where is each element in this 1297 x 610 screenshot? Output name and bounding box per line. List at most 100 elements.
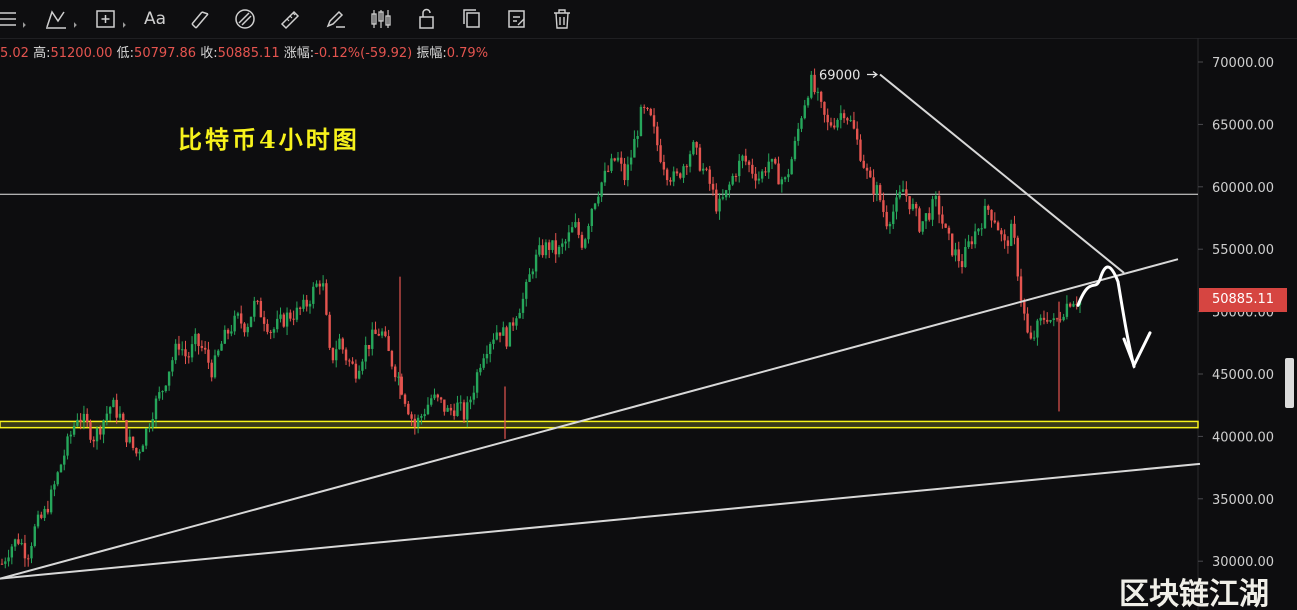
candle-body xyxy=(387,336,390,351)
candle-body xyxy=(937,195,941,215)
trash-icon[interactable] xyxy=(551,7,573,31)
pen-icon[interactable] xyxy=(324,7,348,31)
candle-body xyxy=(79,419,82,422)
candlestick-series xyxy=(0,68,1082,569)
candle-body xyxy=(95,428,99,442)
fib-channel-icon[interactable] xyxy=(233,7,257,31)
candle-body xyxy=(46,508,50,513)
candle-body xyxy=(220,343,223,351)
ruler-icon[interactable] xyxy=(279,7,303,31)
candle-body xyxy=(430,398,433,405)
candle-body xyxy=(318,283,322,287)
candle-body xyxy=(977,228,980,232)
candle-body xyxy=(495,332,498,340)
candle-body xyxy=(33,526,36,546)
candle-body xyxy=(996,222,1000,231)
candle-body xyxy=(1062,316,1065,321)
candle-body xyxy=(508,322,512,347)
candle-body xyxy=(348,360,351,362)
candle-body xyxy=(882,200,885,212)
edit-note-icon[interactable] xyxy=(506,7,528,31)
text-tool[interactable]: Aa xyxy=(144,7,166,31)
candle-body xyxy=(662,161,666,170)
candle-body xyxy=(243,323,246,333)
candle-body xyxy=(203,347,207,350)
candles-icon[interactable] xyxy=(369,7,393,31)
candle-body xyxy=(459,402,462,404)
menu-expand-icon[interactable] xyxy=(20,22,26,28)
long-term-trendline xyxy=(0,462,1201,580)
candle-body xyxy=(685,166,689,168)
candle-body xyxy=(1013,223,1016,238)
candle-body xyxy=(0,563,4,565)
candle-body xyxy=(112,399,115,408)
fib-icon[interactable] xyxy=(189,7,213,31)
candle-body xyxy=(613,158,616,161)
crosshair-expand-icon[interactable] xyxy=(120,22,126,28)
candle-body xyxy=(7,557,10,562)
candle-body xyxy=(452,410,456,416)
candle-body xyxy=(230,331,233,334)
lock-icon[interactable] xyxy=(417,7,437,31)
candle-body xyxy=(538,245,541,255)
candle-body xyxy=(629,157,633,165)
price-scale-handle[interactable] xyxy=(1285,358,1294,408)
candle-body xyxy=(852,120,856,129)
candle-body xyxy=(669,180,672,182)
candle-body xyxy=(819,91,823,102)
candle-body xyxy=(423,414,426,417)
candle-body xyxy=(770,158,774,162)
candle-body xyxy=(357,370,361,379)
candle-body xyxy=(167,371,171,386)
last-price-badge: 50885.11 xyxy=(1199,288,1287,312)
rising-trendline xyxy=(0,258,1179,580)
candle-body xyxy=(836,119,839,128)
copy-icon[interactable] xyxy=(461,7,483,31)
descending-trendline xyxy=(879,73,1125,274)
candle-body xyxy=(973,231,977,245)
candle-body xyxy=(266,323,269,332)
candle-body xyxy=(525,281,528,299)
candle-body xyxy=(806,97,810,106)
candle-body xyxy=(816,91,820,93)
candle-body xyxy=(446,407,449,412)
candle-body xyxy=(1046,319,1049,322)
candle-body xyxy=(901,189,905,192)
path-expand-icon[interactable] xyxy=(71,22,77,28)
candle-body xyxy=(692,142,695,155)
candle-body xyxy=(1000,230,1003,235)
drawing-toolbar: Aa xyxy=(0,0,1297,39)
candle-body xyxy=(213,355,217,378)
candle-body xyxy=(718,198,721,212)
candle-body xyxy=(259,301,263,318)
candle-body xyxy=(426,404,430,415)
candle-body xyxy=(361,361,364,371)
candle-body xyxy=(407,403,410,415)
candle-body xyxy=(498,332,502,336)
candle-body xyxy=(826,114,829,123)
candle-body xyxy=(20,543,23,545)
chart-title: 比特币4小时图 xyxy=(178,125,360,154)
projection-arrow-path xyxy=(1076,265,1136,369)
path-icon[interactable] xyxy=(45,7,67,31)
menu-icon[interactable] xyxy=(0,7,18,31)
candle-body xyxy=(302,299,305,309)
candle-body xyxy=(190,344,194,358)
candle-body xyxy=(1029,332,1033,339)
candle-body xyxy=(688,154,692,167)
candle-body xyxy=(780,179,784,185)
candle-body xyxy=(282,314,285,327)
candle-body xyxy=(239,313,243,324)
candle-body xyxy=(964,246,967,268)
crosshair-add-icon[interactable] xyxy=(95,7,117,31)
candle-body xyxy=(649,108,652,116)
candle-body xyxy=(803,105,806,119)
candle-body xyxy=(217,350,220,356)
candle-body xyxy=(262,317,266,324)
candle-body xyxy=(580,234,584,248)
candle-body xyxy=(800,118,803,129)
candle-body xyxy=(489,343,492,355)
candle-body xyxy=(413,418,417,427)
price-axis[interactable]: 70000.0065000.0060000.0055000.0050000.00… xyxy=(1198,56,1274,570)
candle-body xyxy=(403,394,407,404)
